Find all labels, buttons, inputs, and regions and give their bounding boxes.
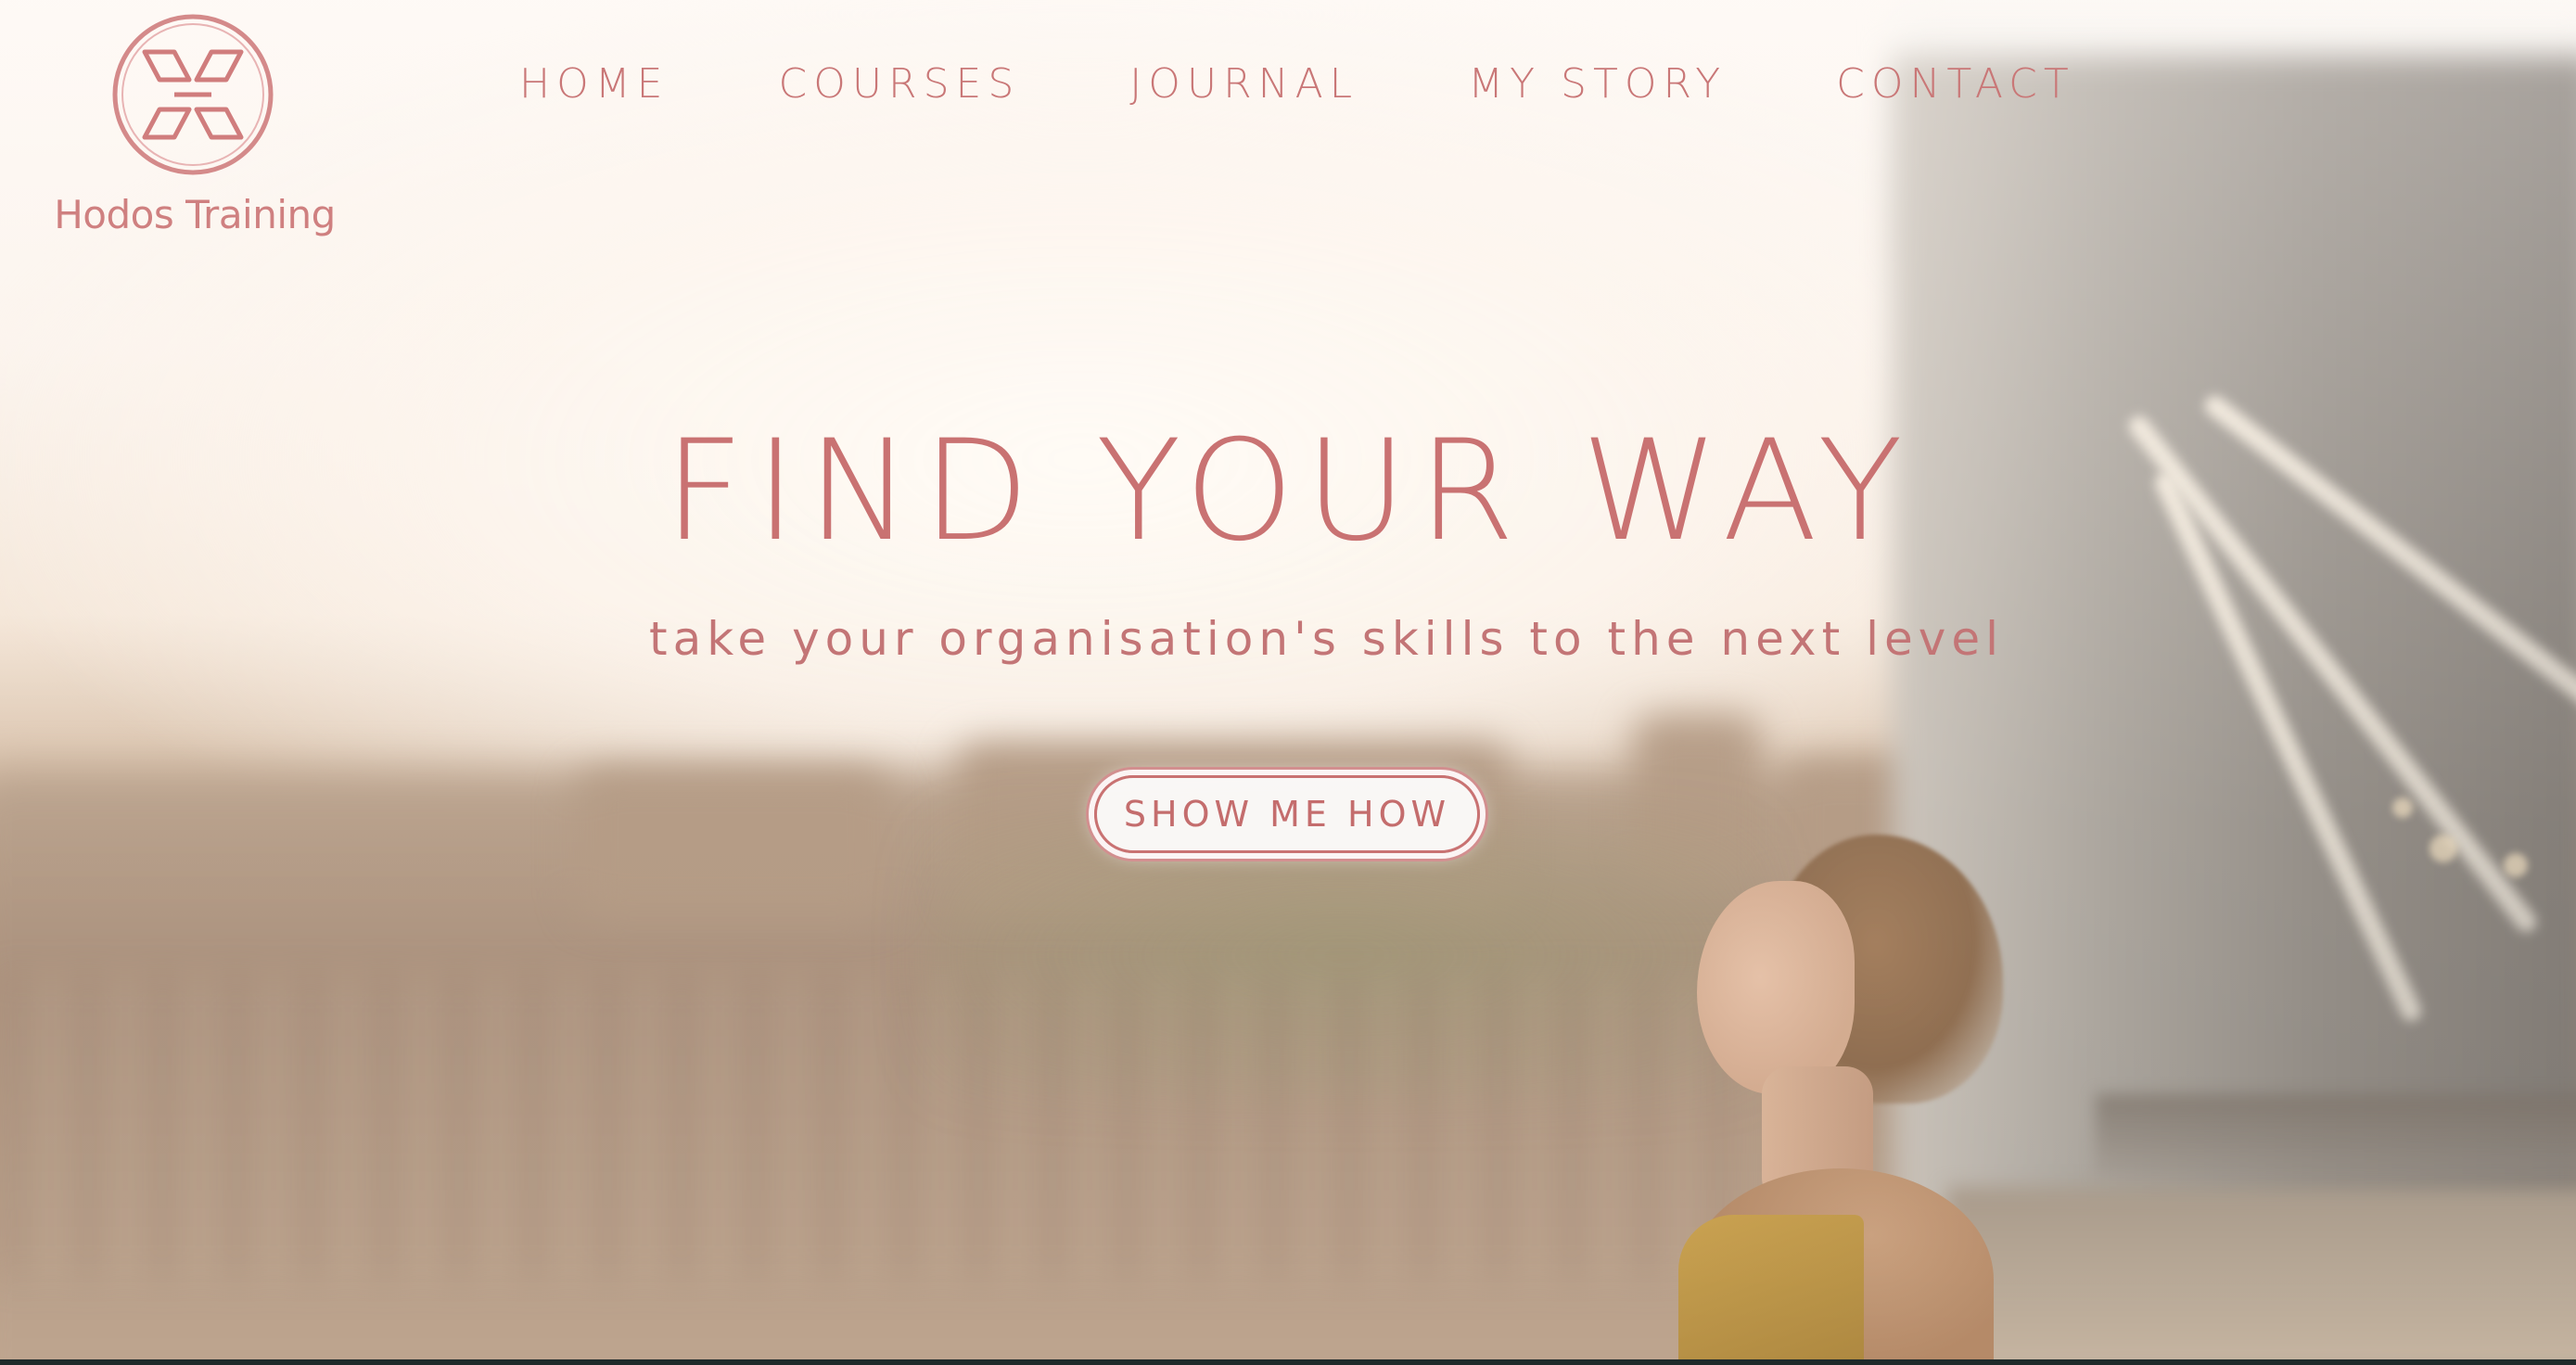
nav-item-courses[interactable]: COURSES [778,60,1020,108]
nav-item-my-story[interactable]: MY STORY [1468,60,1727,108]
hodos-logo-icon [112,14,274,175]
nav-item-journal[interactable]: JOURNAL [1129,60,1358,108]
nav-item-contact[interactable]: CONTACT [1836,60,2075,108]
brand-logo-link[interactable]: Hodos Training [46,13,343,245]
brand-name: Hodos Training [54,192,336,237]
hero-title: FIND YOUR WAY [664,411,1914,572]
nav-item-home[interactable]: HOME [519,60,669,108]
show-me-how-button[interactable]: SHOW ME HOW [1094,775,1480,853]
hero-subtitle: take your organisation's skills to the n… [649,612,2004,666]
hero-section: FIND YOUR WAY take your organisation's s… [649,408,2004,666]
light-veil [0,0,2576,1365]
hero-background-photo [0,0,2576,1365]
main-nav: HOME COURSES JOURNAL MY STORY CONTACT [519,56,2075,111]
bottom-edge [0,1359,2576,1365]
